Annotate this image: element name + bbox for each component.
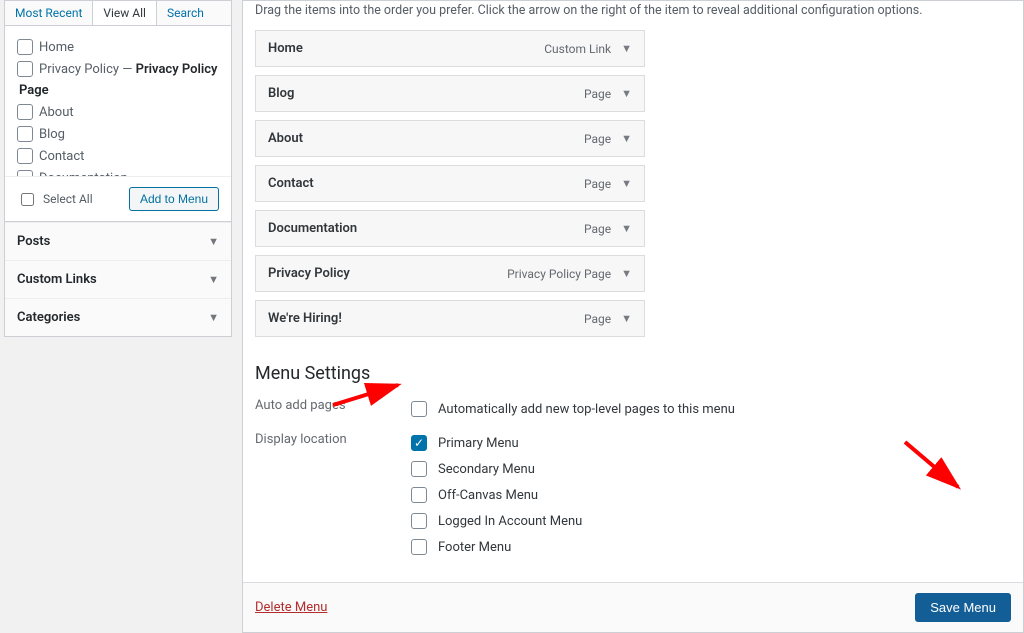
add-to-menu-button[interactable]: Add to Menu <box>129 187 219 211</box>
select-all-option: Select All <box>17 190 93 209</box>
accordion-custom-links[interactable]: Custom Links ▼ <box>5 260 231 298</box>
tab-view-all[interactable]: View All <box>92 1 157 25</box>
chevron-down-icon: ▼ <box>208 235 219 248</box>
select-all-checkbox[interactable] <box>21 193 34 206</box>
chevron-down-icon: ▼ <box>208 311 219 324</box>
auto-add-pages-checkbox[interactable] <box>411 401 427 417</box>
chevron-down-icon[interactable]: ▼ <box>621 177 632 190</box>
chevron-down-icon[interactable]: ▼ <box>621 132 632 145</box>
location-option-secondary: Secondary Menu <box>407 456 582 482</box>
page-checkbox-blog[interactable] <box>17 126 33 142</box>
tab-most-recent[interactable]: Most Recent <box>5 1 92 25</box>
menu-item-documentation[interactable]: Documentation Page▼ <box>255 210 645 247</box>
menu-item-about[interactable]: About Page▼ <box>255 120 645 157</box>
menu-item-blog[interactable]: Blog Page▼ <box>255 75 645 112</box>
menu-item-home[interactable]: Home Custom Link▼ <box>255 30 645 67</box>
page-group-label: Page <box>17 80 219 101</box>
page-option-about: About <box>17 101 219 123</box>
auto-add-pages-option: Automatically add new top-level pages to… <box>407 396 735 422</box>
chevron-down-icon[interactable]: ▼ <box>621 312 632 325</box>
save-menu-button[interactable]: Save Menu <box>915 593 1011 622</box>
menu-item-hiring[interactable]: We're Hiring! Page▼ <box>255 300 645 337</box>
menu-item-list: Home Custom Link▼ Blog Page▼ About Page▼… <box>255 30 645 337</box>
page-checkbox-about[interactable] <box>17 104 33 120</box>
page-checkbox-privacy[interactable] <box>17 61 33 77</box>
accordion-categories[interactable]: Categories ▼ <box>5 298 231 336</box>
page-checkbox-home[interactable] <box>17 39 33 55</box>
menu-settings-heading: Menu Settings <box>255 363 1011 384</box>
page-option-contact: Contact <box>17 145 219 167</box>
accordion-posts[interactable]: Posts ▼ <box>5 222 231 260</box>
location-checkbox-offcanvas[interactable] <box>411 487 427 503</box>
page-checkbox-contact[interactable] <box>17 148 33 164</box>
chevron-down-icon[interactable]: ▼ <box>621 42 632 55</box>
chevron-down-icon[interactable]: ▼ <box>621 267 632 280</box>
chevron-down-icon[interactable]: ▼ <box>621 87 632 100</box>
location-option-offcanvas: Off-Canvas Menu <box>407 482 582 508</box>
page-option-blog: Blog <box>17 123 219 145</box>
location-option-account: Logged In Account Menu <box>407 508 582 534</box>
drag-instructions: Drag the items into the order you prefer… <box>255 1 1011 30</box>
location-option-primary: Primary Menu <box>407 430 582 456</box>
menu-item-contact[interactable]: Contact Page▼ <box>255 165 645 202</box>
page-checkbox-documentation[interactable] <box>17 170 33 176</box>
chevron-down-icon[interactable]: ▼ <box>621 222 632 235</box>
page-option-home: Home <box>17 36 219 58</box>
location-option-footer: Footer Menu <box>407 534 582 560</box>
delete-menu-link[interactable]: Delete Menu <box>255 600 327 615</box>
location-checkbox-account[interactable] <box>411 513 427 529</box>
location-checkbox-secondary[interactable] <box>411 461 427 477</box>
page-option-documentation: Documentation <box>17 167 219 176</box>
page-option-privacy: Privacy Policy — Privacy Policy <box>17 58 219 80</box>
display-location-label: Display location <box>255 430 407 447</box>
location-checkbox-footer[interactable] <box>411 539 427 555</box>
chevron-down-icon: ▼ <box>208 273 219 286</box>
location-checkbox-primary[interactable] <box>411 435 427 451</box>
tab-search[interactable]: Search <box>157 1 214 25</box>
auto-add-pages-label: Auto add pages <box>255 396 407 413</box>
page-checklist[interactable]: Home Privacy Policy — Privacy Policy Pag… <box>5 26 231 176</box>
page-source-tabs: Most Recent View All Search <box>5 1 231 26</box>
menu-item-privacy-policy[interactable]: Privacy Policy Privacy Policy Page▼ <box>255 255 645 292</box>
